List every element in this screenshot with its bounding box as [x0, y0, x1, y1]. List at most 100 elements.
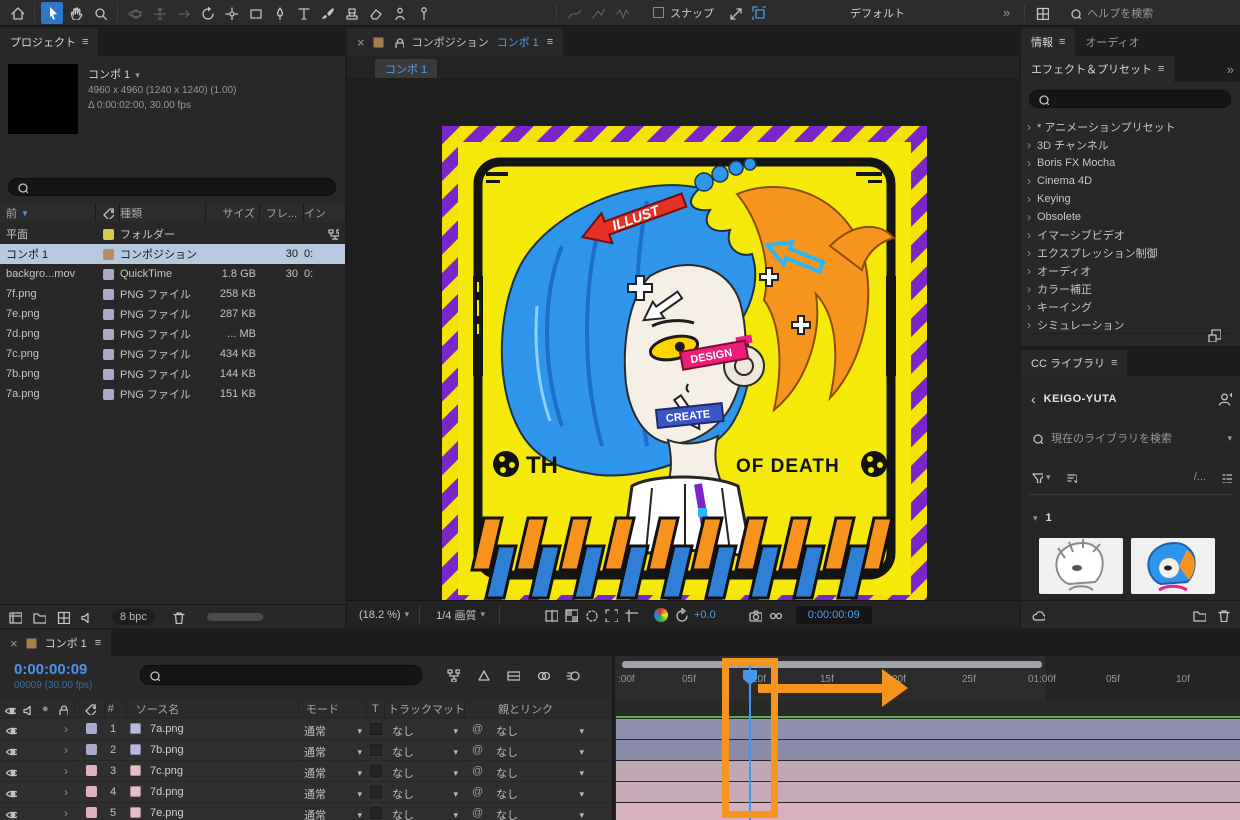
- shape-tool[interactable]: [244, 2, 266, 24]
- parent-pickwhip-icon[interactable]: @: [472, 786, 483, 798]
- effects-category[interactable]: › イマーシブビデオ: [1027, 226, 1236, 244]
- layer-label-chip[interactable]: [86, 807, 97, 818]
- layer-source-name[interactable]: 7b.png: [150, 744, 184, 756]
- brush-tool[interactable]: [316, 2, 338, 24]
- track-matte-dropdown[interactable]: なし ▾: [392, 723, 458, 739]
- time-navigator-bar[interactable]: [622, 661, 1042, 668]
- label-chip[interactable]: [102, 348, 114, 360]
- label-chip[interactable]: [102, 248, 114, 260]
- label-column-icon[interactable]: [102, 207, 114, 219]
- library-group-header[interactable]: ▾ 1: [1033, 508, 1052, 528]
- motion-sketch-tool[interactable]: [563, 2, 585, 24]
- preview-timecode[interactable]: 0:00:00:09: [795, 605, 872, 624]
- effects-category[interactable]: › シミュレーション: [1027, 316, 1236, 334]
- rotation-tool[interactable]: [196, 2, 218, 24]
- filter-dropdown[interactable]: ▾: [1031, 471, 1051, 483]
- eraser-tool[interactable]: [364, 2, 386, 24]
- eye-icon[interactable]: [5, 786, 17, 798]
- blend-mode-dropdown[interactable]: 通常 ▾: [304, 765, 362, 781]
- layer-expand-chevron[interactable]: ›: [64, 764, 68, 778]
- list-view-icon[interactable]: [1220, 471, 1232, 483]
- parent-dropdown[interactable]: なし ▾: [496, 744, 584, 760]
- layer-source-name[interactable]: 7d.png: [150, 786, 184, 798]
- layer-duration-bar[interactable]: [616, 719, 1240, 739]
- track-matte-dropdown[interactable]: なし ▾: [392, 765, 458, 781]
- exposure-value[interactable]: +0.0: [694, 609, 716, 621]
- close-icon[interactable]: ×: [10, 636, 18, 651]
- flowchart-icon[interactable]: [327, 228, 339, 240]
- panel-overflow[interactable]: »: [1227, 62, 1234, 77]
- snapshot-camera-icon[interactable]: [748, 608, 762, 622]
- hand-tool[interactable]: [65, 2, 87, 24]
- effects-search-input[interactable]: [1029, 90, 1231, 108]
- interpret-footage-icon[interactable]: [8, 610, 22, 624]
- panel-resize-corner-icon[interactable]: [1207, 328, 1221, 342]
- help-search[interactable]: ヘルプを検索: [1069, 5, 1153, 21]
- layer-duration-bar[interactable]: [616, 740, 1240, 760]
- parent-pickwhip-icon[interactable]: @: [472, 765, 483, 777]
- roto-brush-tool[interactable]: [388, 2, 410, 24]
- tab-timeline-comp1[interactable]: × コンポ 1 ≡: [0, 630, 112, 656]
- eye-icon[interactable]: [5, 765, 17, 777]
- cloud-sync-icon[interactable]: [1031, 608, 1045, 622]
- effects-category[interactable]: › 3D チャンネル: [1027, 136, 1236, 154]
- workspace-selector[interactable]: デフォルト: [850, 5, 905, 21]
- layer-row[interactable]: › 2 7b.png 通常 ▾ なし ▾ @ なし ▾: [0, 740, 612, 760]
- trash-icon[interactable]: [1216, 608, 1230, 622]
- search-scope-dropdown[interactable]: ▾: [1227, 433, 1232, 444]
- layer-duration-bar[interactable]: [616, 803, 1240, 820]
- label-chip[interactable]: [102, 288, 114, 300]
- region-of-interest-icon[interactable]: [604, 608, 618, 622]
- tab-audio[interactable]: オーディオ: [1075, 28, 1149, 56]
- t-toggle-well[interactable]: [370, 786, 382, 798]
- composition-viewport[interactable]: ILLUST DESIGN CREATE TH OF DEATH: [347, 78, 1019, 611]
- pen-tool[interactable]: [268, 2, 290, 24]
- blend-mode-dropdown[interactable]: 通常 ▾: [304, 807, 362, 820]
- layer-source-name[interactable]: 7a.png: [150, 723, 184, 735]
- project-row-selected[interactable]: コンポ 1 コンポジション 30 0:: [0, 244, 345, 264]
- col-in[interactable]: イン: [304, 205, 326, 221]
- parent-dropdown[interactable]: なし ▾: [496, 807, 584, 820]
- effects-category[interactable]: › Cinema 4D: [1027, 172, 1236, 190]
- workspace-overflow[interactable]: »: [1003, 5, 1010, 20]
- smoother-tool[interactable]: [587, 2, 609, 24]
- transparency-grid-icon[interactable]: [564, 608, 578, 622]
- project-row[interactable]: 7c.png PNG ファイル 434 KB: [0, 344, 345, 364]
- layer-duration-bar[interactable]: [616, 761, 1240, 781]
- parent-pickwhip-icon[interactable]: @: [472, 744, 483, 756]
- label-chip[interactable]: [102, 268, 114, 280]
- label-chip[interactable]: [102, 308, 114, 320]
- trash-icon[interactable]: [171, 610, 185, 624]
- resolution-dropdown[interactable]: 1/4 画質 ▾: [436, 607, 485, 623]
- project-row[interactable]: 7f.png PNG ファイル 258 KB: [0, 284, 345, 304]
- layer-label-chip[interactable]: [86, 723, 97, 734]
- parent-dropdown[interactable]: なし ▾: [496, 765, 584, 781]
- tab-cc-libraries[interactable]: CC ライブラリ ≡: [1021, 350, 1128, 376]
- label-chip[interactable]: [102, 328, 114, 340]
- mask-visibility-icon[interactable]: [584, 608, 598, 622]
- project-row[interactable]: 7a.png PNG ファイル 151 KB: [0, 384, 345, 404]
- parent-dropdown[interactable]: なし ▾: [496, 723, 584, 739]
- snap-options-icon[interactable]: [748, 2, 770, 24]
- draft-3d-icon[interactable]: [476, 668, 490, 682]
- effects-category[interactable]: › Boris FX Mocha: [1027, 154, 1236, 172]
- snap-checkbox[interactable]: [653, 7, 664, 18]
- composition-mini-flowchart-icon[interactable]: [446, 668, 460, 682]
- project-row[interactable]: 平面 フォルダー: [0, 224, 345, 244]
- library-asset-thumbnail[interactable]: [1039, 538, 1123, 594]
- invite-person-icon[interactable]: [1218, 392, 1232, 406]
- pan-camera-tool[interactable]: [148, 2, 170, 24]
- home-button[interactable]: [6, 2, 28, 24]
- clone-stamp-tool[interactable]: [340, 2, 362, 24]
- frame-blending-icon[interactable]: [536, 668, 550, 682]
- layer-expand-chevron[interactable]: ›: [64, 785, 68, 799]
- layer-row[interactable]: › 4 7d.png 通常 ▾ なし ▾ @ なし ▾: [0, 782, 612, 802]
- wiggler-tool[interactable]: [611, 2, 633, 24]
- effects-category[interactable]: › オーディオ: [1027, 262, 1236, 280]
- guides-icon[interactable]: [624, 608, 638, 622]
- effects-category[interactable]: › * アニメーションプリセット: [1027, 118, 1236, 136]
- hide-shy-layers-icon[interactable]: [506, 668, 520, 682]
- horizontal-scrollbar[interactable]: [206, 612, 263, 621]
- new-folder-icon[interactable]: [32, 610, 46, 624]
- layer-expand-chevron[interactable]: ›: [64, 806, 68, 820]
